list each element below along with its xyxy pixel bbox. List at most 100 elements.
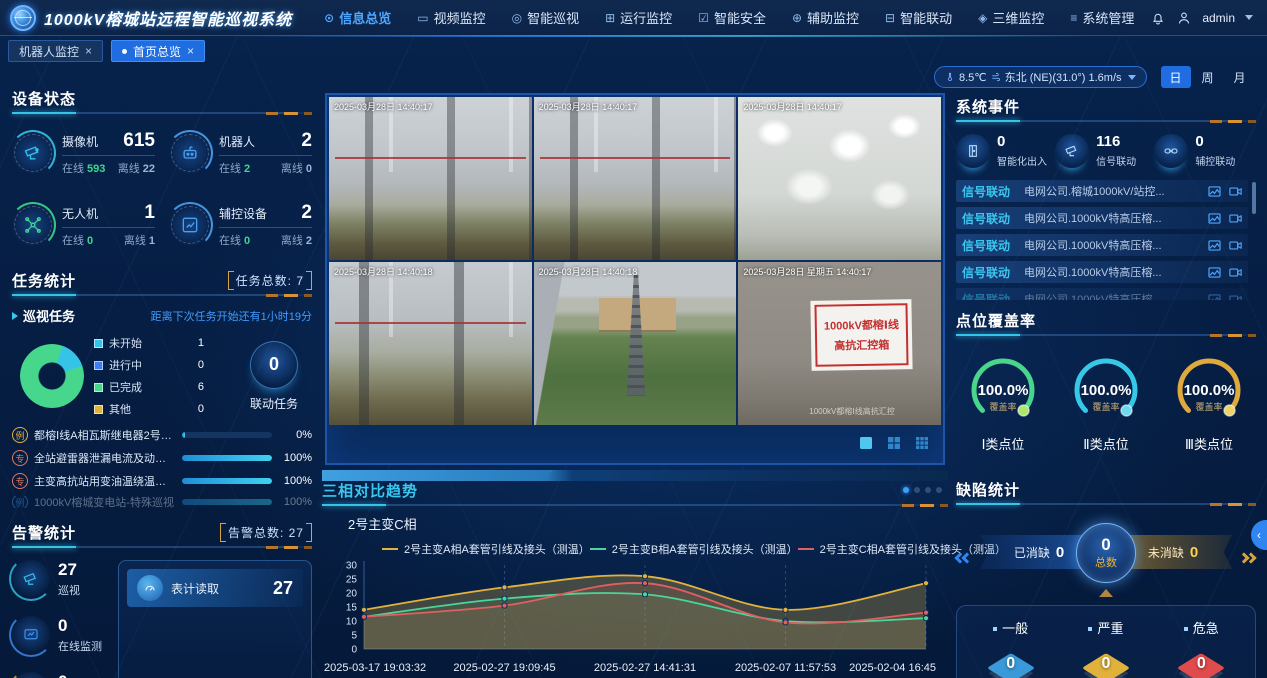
video-clip-icon[interactable] xyxy=(1229,213,1242,224)
nav-item-auxiliary-monitor[interactable]: ⊕辅助监控 xyxy=(792,8,859,27)
coverage-header: 点位覆盖率 xyxy=(956,310,1256,330)
svg-text:2025-02-27 19:09:45: 2025-02-27 19:09:45 xyxy=(453,662,555,674)
progress-bar xyxy=(182,499,272,505)
snapshot-icon[interactable] xyxy=(1208,213,1221,224)
close-icon[interactable]: × xyxy=(187,44,194,58)
snapshot-icon[interactable] xyxy=(1208,267,1221,278)
gauge-class-1: 100.0% 覆盖率 Ⅰ类点位 xyxy=(956,354,1050,453)
username[interactable]: admin xyxy=(1202,11,1235,25)
legend-item[interactable]: 2号主变A相A套管引线及接头（测温） xyxy=(382,541,590,557)
tab-robot-monitor[interactable]: 机器人监控 × xyxy=(8,40,103,62)
tab-bar: 机器人监控 × 首页总览 × xyxy=(8,40,205,62)
video-feed-6[interactable]: 2025-03月28日 星期五 14:40:17 1000kV都榕Ⅰ线 高抗汇控… xyxy=(738,262,941,425)
main-menu: ⊙信息总览 ▭视频监控 ◎智能巡视 ⊞运行监控 ☑智能安全 ⊕辅助监控 ⊟智能联… xyxy=(324,8,1150,27)
period-month-button[interactable]: 月 xyxy=(1225,66,1255,88)
patrol-task-label[interactable]: 巡视任务 xyxy=(12,306,75,325)
alarm-stats-header: 告警统计 告警总数: 27 xyxy=(12,522,312,542)
video-feed-4[interactable]: 2025-03月28日 14:40:18 xyxy=(329,262,532,425)
snapshot-icon[interactable] xyxy=(1208,240,1221,251)
divider xyxy=(956,120,1256,122)
close-icon[interactable]: × xyxy=(85,44,92,58)
nav-item-overview[interactable]: ⊙信息总览 xyxy=(324,8,391,27)
device-card-aux[interactable]: 辅控设备2 在线0 离线2 xyxy=(169,202,312,248)
tab-home-overview[interactable]: 首页总览 × xyxy=(111,40,205,62)
divider xyxy=(12,294,312,296)
video-clip-icon[interactable] xyxy=(1229,267,1242,278)
video-wall: 2025-03月28日 14:40:17 2025-03月28日 14:40:1… xyxy=(325,93,945,465)
alarm-cat-aux-control[interactable]: 0辅控 xyxy=(12,672,108,678)
event-row[interactable]: 信号联动 电网公司.1000kV特高压榕... xyxy=(956,261,1248,283)
task-row[interactable]: 例 1000kV榕城变电站-特殊巡视 100% xyxy=(12,496,312,508)
snapshot-icon[interactable] xyxy=(1208,186,1221,197)
video-feed-1[interactable]: 2025-03月28日 14:40:17 xyxy=(329,97,532,260)
layout-quad-icon[interactable] xyxy=(887,436,901,450)
svg-text:2025-02-04 16:45: 2025-02-04 16:45 xyxy=(849,662,936,674)
alarm-cat-patrol[interactable]: 27巡视 xyxy=(12,560,108,598)
legend-item[interactable]: 2号主变B相A套管引线及接头（测温） xyxy=(590,541,798,557)
device-status-grid: 摄像机615 在线593 离线22 机器人2 在线2 离线0 xyxy=(12,130,312,248)
event-row[interactable]: 信号联动 电网公司.榕城1000kV/站控... xyxy=(956,180,1248,202)
video-layout-controls xyxy=(327,427,943,459)
period-week-button[interactable]: 周 xyxy=(1193,66,1223,88)
task-row[interactable]: 专 主变高抗站用变油温绕温油枕（... 100% xyxy=(12,473,312,489)
nav-item-operation-monitor[interactable]: ⊞运行监控 xyxy=(605,8,672,27)
smart-security-icon: ☑ xyxy=(698,11,709,25)
divider xyxy=(12,112,312,114)
trend-pagination-dots[interactable] xyxy=(903,487,942,493)
video-feed-3[interactable]: 2025-03月28日 14:40:17 xyxy=(738,97,941,260)
scrollbar[interactable] xyxy=(1252,182,1256,214)
event-row[interactable]: 信号联动 电网公司.1000kV特高压榕... xyxy=(956,234,1248,256)
event-row[interactable]: 信号联动 电网公司.1000kV特高压榕... xyxy=(956,207,1248,229)
video-feed-5[interactable]: 2025-03月28日 14:40:18 xyxy=(534,262,737,425)
period-day-button[interactable]: 日 xyxy=(1161,66,1191,88)
robot-icon xyxy=(169,132,211,174)
snapshot-icon[interactable] xyxy=(1208,294,1221,301)
device-card-camera[interactable]: 摄像机615 在线593 离线22 xyxy=(12,130,155,176)
video-clip-icon[interactable] xyxy=(1229,240,1242,251)
alarm-detail-row[interactable]: 表计读取 27 xyxy=(127,569,303,607)
event-list: 信号联动 电网公司.榕城1000kV/站控... 信号联动 电网公司.1000k… xyxy=(956,180,1256,300)
nav-item-3d-monitor[interactable]: ◈三维监控 xyxy=(978,8,1044,27)
nav-item-smart-linkage[interactable]: ⊟智能联动 xyxy=(885,8,952,27)
task-row[interactable]: 专 全站避雷器泄漏电流及动作次数... 100% xyxy=(12,450,312,466)
device-card-drone[interactable]: 无人机1 在线0 离线1 xyxy=(12,202,155,248)
device-status-header: 设备状态 xyxy=(12,88,312,108)
device-card-robot[interactable]: 机器人2 在线2 离线0 xyxy=(169,130,312,176)
defect-level-general: 一般 0 xyxy=(968,618,1054,678)
top-controls: 8.5℃ 东北 (NE)(31.0°) 1.6m/s 日 周 月 xyxy=(934,66,1256,88)
dashboard-page: 1000kV榕城站远程智能巡视系统 ⊙信息总览 ▭视频监控 ◎智能巡视 ⊞运行监… xyxy=(0,0,1267,678)
coverage-gauges: 100.0% 覆盖率 Ⅰ类点位 100.0% 覆盖率 Ⅱ类点位 100.0% 覆… xyxy=(956,354,1256,453)
task-badge: 例 xyxy=(12,427,28,443)
equipment-placard: 1000kV都榕Ⅰ线 高抗汇控箱 xyxy=(815,304,909,368)
event-stat-signal: 116信号联动 xyxy=(1055,134,1153,168)
legend-item: 其他0 xyxy=(94,401,226,417)
weather-widget[interactable]: 8.5℃ 东北 (NE)(31.0°) 1.6m/s xyxy=(934,66,1147,88)
bell-icon[interactable] xyxy=(1150,10,1166,26)
online-monitor-icon xyxy=(12,616,50,654)
nav-item-video-monitor[interactable]: ▭视频监控 xyxy=(417,8,485,27)
nav-item-smart-patrol[interactable]: ◎智能巡视 xyxy=(512,8,580,27)
task-visualization: 未开始1 进行中0 已完成6 其他0 0 联动任务 xyxy=(12,335,312,417)
gauge-class-3: 100.0% 覆盖率 Ⅲ类点位 xyxy=(1162,354,1256,453)
smart-patrol-icon: ◎ xyxy=(512,11,522,25)
divider xyxy=(956,503,1256,505)
layout-single-icon[interactable] xyxy=(859,436,873,450)
svg-text:25: 25 xyxy=(346,575,358,586)
nav-item-system-manage[interactable]: ≡系统管理 xyxy=(1070,8,1134,27)
svg-text:20: 20 xyxy=(346,589,358,600)
defect-level-serious: 严重 0 xyxy=(1063,618,1149,678)
svg-text:2025-03-17 19:03:32: 2025-03-17 19:03:32 xyxy=(324,662,426,674)
alarm-cat-online-monitor[interactable]: 0在线监测 xyxy=(12,616,108,654)
task-badge: 专 xyxy=(12,473,28,489)
user-menu-caret-icon[interactable] xyxy=(1245,15,1253,20)
task-row[interactable]: 例 都榕Ⅰ线A相瓦斯继电器2号主变... 0% xyxy=(12,427,312,443)
task-total-badge: 任务总数: 7 xyxy=(228,271,312,290)
video-clip-icon[interactable] xyxy=(1229,294,1242,301)
event-row[interactable]: 信号联动 电网公司.1000kV特高压榕... xyxy=(956,288,1248,300)
svg-text:5: 5 xyxy=(351,631,357,642)
signal-camera-icon xyxy=(1055,134,1089,168)
video-feed-2[interactable]: 2025-03月28日 14:40:17 xyxy=(534,97,737,260)
video-clip-icon[interactable] xyxy=(1229,186,1242,197)
layout-nine-icon[interactable] xyxy=(915,436,929,450)
nav-item-smart-security[interactable]: ☑智能安全 xyxy=(698,8,766,27)
